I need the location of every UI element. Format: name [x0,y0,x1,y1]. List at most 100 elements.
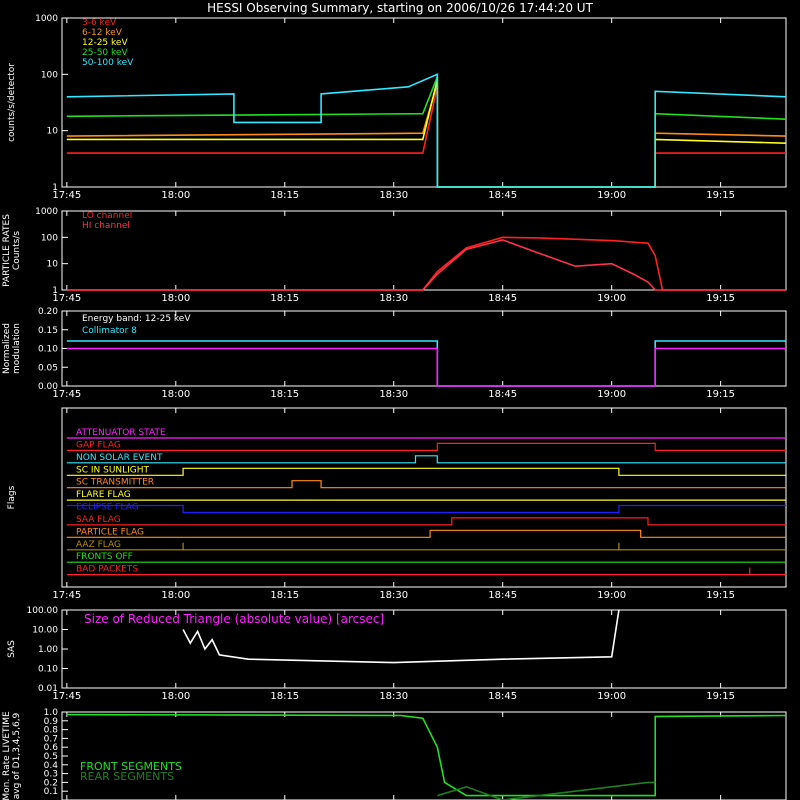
livetime-ylabel: avg of D1,3,4,5,6,9 [12,712,22,799]
livetime-ytick-label: 0.9 [44,717,59,727]
particle-ytick-label: 1 [52,286,58,296]
flag-trace [66,467,786,476]
modulation-ytick-label: 0.20 [38,307,58,317]
flag-trace [66,504,786,514]
particle-series-0 [66,236,786,291]
sas-ytick-label: 1.00 [38,645,58,655]
sas-annotation: Size of Reduced Triangle (absolute value… [84,612,384,626]
flag-trace [66,455,786,464]
livetime-series-1 [437,781,656,800]
livetime-frame [61,711,787,800]
flag-trace [66,529,786,538]
sas-xtick-label: 18:30 [379,691,408,702]
modulation-xtick-label: 19:00 [597,389,626,400]
flag-trace [66,517,786,526]
modulation-xtick-label: 18:00 [161,389,190,400]
particle-ylabel: PARTICLE RATES [2,214,12,287]
counts-xtick-label: 18:45 [488,190,517,201]
flags-xtick-label: 19:15 [706,590,735,601]
particle-legend-label: HI channel [82,221,130,231]
counts-xtick-label: 19:15 [706,190,735,201]
livetime-ylabel: Mon. Rate LIVETIME [2,711,12,800]
flag-label: ATTENUATOR STATE [76,428,166,438]
flag-label: SAA FLAG [76,515,121,525]
counts-series-0 [66,86,786,188]
observing-summary-figure: HESSI Observing Summary, starting on 200… [2,1,787,800]
livetime-ytick-label: 0.3 [44,770,58,780]
flag-label: NON SOLAR EVENT [76,453,163,463]
modulation-ylabel: modulation [12,323,22,374]
particle-xtick-label: 18:30 [379,293,408,304]
livetime-ytick-label: 1.0 [44,708,59,718]
modulation-xtick-label: 18:30 [379,389,408,400]
flag-label: SC TRANSMITTER [76,478,154,488]
particle-ytick-label: 100 [41,233,58,243]
particle-xtick-label: 19:15 [706,293,735,304]
particle-xtick-label: 18:00 [161,293,190,304]
flags-frame [61,407,787,588]
modulation-legend-label: Collimator 8 [82,326,137,336]
livetime-ytick-label: 0.6 [44,743,59,753]
sas-ytick-label: 0.10 [38,665,58,675]
flag-label: ECLIPSE FLAG [76,503,139,513]
sas-ytick-label: 100.00 [27,606,59,616]
counts-xtick-label: 18:15 [270,190,299,201]
particle-ytick-label: 1000 [35,207,58,217]
counts-series-4 [66,73,787,188]
counts-legend-label: 50-100 keV [82,58,134,68]
counts-legend-label: 25-50 keV [82,48,128,58]
flag-trace [66,442,786,451]
counts-ytick-label: 100 [41,70,58,80]
sas-xtick-label: 19:00 [597,691,626,702]
counts-xtick-label: 19:00 [597,190,626,201]
counts-ytick-label: 1 [52,183,58,193]
figure-title: HESSI Observing Summary, starting on 200… [207,1,593,15]
modulation-annotation: Energy band: 12-25 keV [82,314,191,324]
counts-ylabel: counts/s/detector [7,63,17,142]
livetime-ytick-label: 0.5 [44,752,58,762]
counts-ytick-label: 1000 [35,14,58,24]
livetime-ytick-label: 0.7 [44,734,58,744]
flags-xtick-label: 19:00 [597,590,626,601]
flags-ylabel: Flags [7,485,17,509]
modulation-ytick-label: 0.05 [38,363,58,373]
flags-xtick-label: 18:30 [379,590,408,601]
modulation-ytick-label: 0.00 [38,382,58,392]
sas-ylabel: SAS [7,640,17,658]
flag-trace [66,567,786,576]
livetime-ytick-label: 0.1 [44,787,58,797]
modulation-ylabel: Normalized [2,323,12,374]
flag-label: AAZ FLAG [76,540,121,550]
counts-series-3 [66,76,787,188]
modulation-series-1 [66,347,786,387]
modulation-xtick-label: 18:45 [488,389,517,400]
flag-trace [66,542,786,551]
flag-label: PARTICLE FLAG [76,527,144,537]
counts-xtick-label: 18:30 [379,190,408,201]
particle-ytick-label: 10 [47,260,59,270]
sas-xtick-label: 19:15 [706,691,735,702]
particle-xtick-label: 18:45 [488,293,517,304]
counts-frame [61,17,787,188]
modulation-xtick-label: 19:15 [706,389,735,400]
livetime-ytick-label: 0.4 [44,761,59,771]
livetime-legend-label: REAR SEGMENTS [80,770,174,783]
flag-label: FLARE FLAG [76,490,131,500]
modulation-ytick-label: 0.10 [38,345,58,355]
particle-frame [61,210,787,291]
livetime-ytick-label: 0.8 [44,726,59,736]
counts-xtick-label: 18:00 [161,190,190,201]
flag-label: BAD PACKETS [76,565,138,575]
flags-xtick-label: 17:45 [52,590,81,601]
flag-trace [66,480,786,489]
particle-series-1 [66,239,786,291]
livetime-series-0 [66,713,787,797]
flags-xtick-label: 18:00 [161,590,190,601]
livetime-ytick-label: 0.2 [44,778,58,788]
sas-xtick-label: 18:45 [488,691,517,702]
modulation-xtick-label: 18:15 [270,389,299,400]
counts-legend-label: 6-12 keV [82,28,123,38]
flags-xtick-label: 18:45 [488,590,517,601]
particle-xtick-label: 18:15 [270,293,299,304]
flags-xtick-label: 18:15 [270,590,299,601]
